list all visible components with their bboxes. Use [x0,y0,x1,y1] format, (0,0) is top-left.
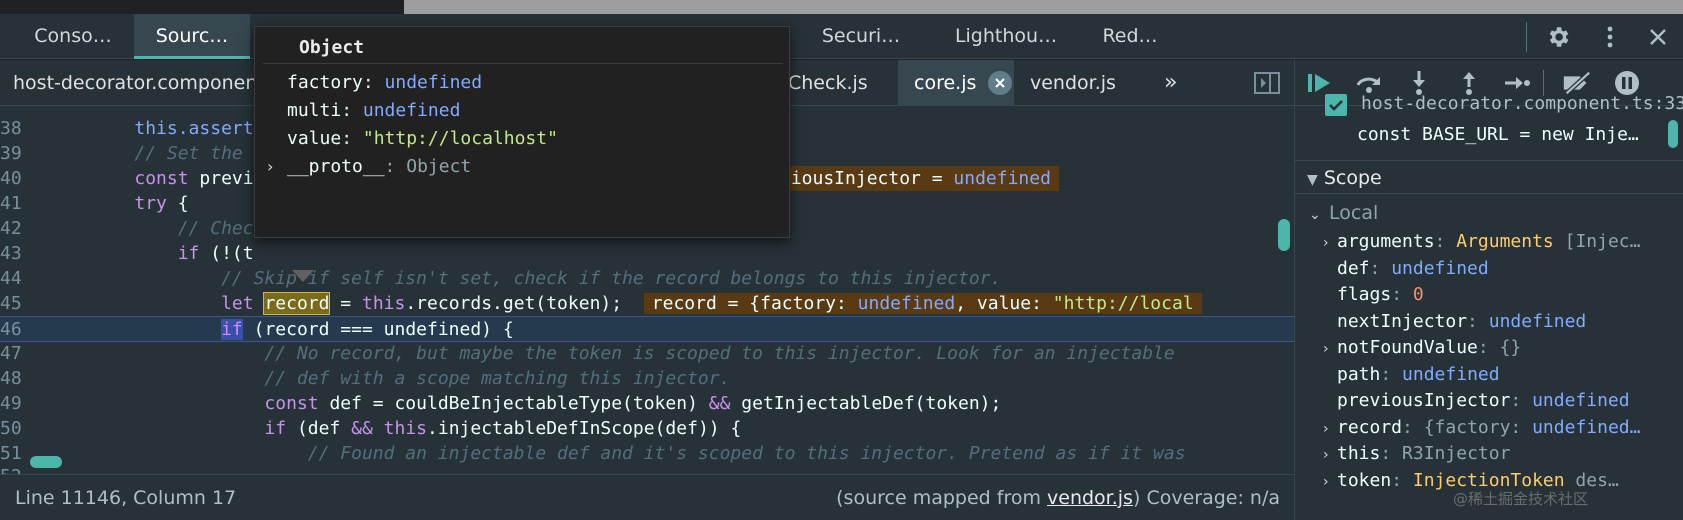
file-tab-host-decorator[interactable]: host-decorator.componen [13,60,257,105]
popover-property: factory: undefined [287,72,483,93]
expand-chevron-icon[interactable]: › [1323,469,1337,494]
scope-var-value: {factory: [1423,416,1533,438]
scope-var-value: undefined [1402,363,1500,385]
window-top-strip [0,0,1683,14]
scope-var-record[interactable]: › record: {factory: undefined… [1323,414,1683,441]
current-execution-line: 46 if (record === undefined) { [0,316,1294,342]
more-tabs-icon[interactable]: » [1164,60,1177,105]
file-tab-vendor[interactable]: vendor.js [1030,60,1116,105]
scope-var-path[interactable]: path: undefined [1323,361,1683,388]
tab-console[interactable]: Conso… [14,14,132,59]
scope-var-extra: undefined… [1532,416,1641,438]
popover-pointer [292,270,314,282]
file-tab-check[interactable]: Check.js [788,60,868,105]
scope-var-name: this [1337,443,1381,464]
page-content-strip [404,0,1683,14]
scope-var-name: arguments [1337,231,1435,252]
scope-var-nextInjector[interactable]: nextInjector: undefined [1323,308,1683,335]
more-options-icon[interactable] [1594,22,1626,52]
scope-var-value: Arguments [1456,231,1554,252]
breakpoint-item[interactable]: host-decorator.component.ts:33 [1295,93,1683,124]
scope-var-value: undefined [1391,257,1489,279]
vertical-scrollbar-thumb[interactable] [1278,219,1290,251]
expand-chevron-icon[interactable]: › [267,153,273,181]
close-devtools-icon[interactable] [1642,22,1674,52]
scope-var-flags[interactable]: flags: 0 [1323,281,1683,308]
code-line: 52 [0,464,1294,474]
scope-var-value: {} [1499,337,1522,358]
scope-var-def[interactable]: def: undefined [1323,255,1683,282]
horizontal-scrollbar-thumb[interactable] [30,456,62,468]
scope-var-name: def [1337,257,1370,279]
code-line: 47 // No record, but maybe the token is … [0,343,1175,364]
file-tab-core[interactable]: core.js [898,60,1014,105]
scope-var-value: undefined [1488,310,1587,332]
expand-chevron-icon[interactable]: › [1323,416,1337,441]
scope-local-group[interactable]: ⌄ Local [1309,200,1669,227]
expand-chevron-icon[interactable]: › [1323,336,1337,361]
code-line: 44 // Skip if self isn't set, check if t… [0,268,1002,289]
scope-var-name: nextInjector [1337,310,1468,332]
scope-section-header[interactable]: ▼ Scope [1295,160,1683,194]
tab-security[interactable]: Securi… [806,14,916,59]
scope-title: Scope [1323,167,1382,189]
scope-var-name: record [1337,416,1403,438]
breakpoint-code-snippet: const BASE_URL = new Inje… [1357,124,1639,145]
cursor-position: Line 11146, Column 17 [15,487,237,509]
popover-divider [263,63,783,64]
chevron-down-icon: ⌄ [1309,207,1321,223]
file-tab-core-label: core.js [914,72,977,94]
breakpoint-checkbox-icon[interactable] [1325,94,1347,116]
source-map-link[interactable]: vendor.js [1047,487,1133,509]
expand-chevron-icon[interactable]: › [1323,442,1337,467]
scope-var-name: path [1337,363,1381,385]
scope-var-name: previousInjector [1337,390,1511,411]
watermark: @稀土掘金技术社区 [1453,490,1589,508]
inline-value-previousInjector: viousInjector = undefined [772,166,1059,191]
object-preview-popover: Object factory: undefined multi: undefin… [254,26,790,238]
scope-var-value: R3Injector [1402,443,1511,464]
popover-title: Object [299,37,365,58]
collapse-triangle-icon: ▼ [1307,172,1318,188]
popover-proto-row[interactable]: › __proto__: Object [267,153,471,181]
settings-gear-icon[interactable] [1542,22,1574,52]
code-line: 51 // Found an injectable def and it's s… [0,443,1186,464]
hovered-variable-record[interactable]: record [263,292,331,315]
popover-property: multi: undefined [287,100,461,121]
scope-var-name: notFoundValue [1337,337,1478,358]
scope-var-arguments[interactable]: › arguments: Arguments [Injec… [1323,228,1683,255]
toggle-debugger-sidebar-icon[interactable] [1254,72,1280,98]
editor-status-bar: Line 11146, Column 17 (source mapped fro… [0,474,1294,520]
debugger-sidebar: host-decorator.component.ts:33 const BAS… [1294,60,1683,520]
scope-var-value: 0 [1412,284,1424,305]
code-line: 43 if (!(t [0,243,254,264]
popover-property: value: "http://localhost" [287,128,558,149]
sidebar-scrollbar-thumb[interactable] [1668,120,1678,148]
scope-var-value: undefined [1532,390,1630,411]
inline-value-record: record = {factory: undefined, value: "ht… [643,293,1202,314]
code-line: 50 if (def && this.injectableDefInScope(… [0,418,742,439]
expand-chevron-icon[interactable]: › [1323,230,1337,255]
code-line: 49 const def = couldBeInjectableType(tok… [0,393,1002,414]
scope-var-name: flags [1337,284,1392,305]
source-map-info: (source mapped from vendor.js) Coverage:… [836,487,1280,509]
scope-var-this[interactable]: › this: R3Injector [1323,440,1683,467]
coverage-status: Coverage: n/a [1146,487,1280,509]
scope-var-previousInjector[interactable]: previousInjector: undefined [1323,387,1683,414]
close-tab-icon[interactable] [988,71,1012,95]
scope-var-extra: [Injec… [1553,231,1641,252]
scope-var-notFoundValue[interactable]: › notFoundValue: {} [1323,334,1683,361]
devtools-panel-tabbar: Conso… Sourc… Securi… Lighthou… Red… [0,14,1683,59]
tab-sources[interactable]: Sourc… [134,14,250,59]
tab-redux[interactable]: Red… [1090,14,1170,59]
toolbar-separator [1526,22,1527,52]
code-line: 48 // def with a scope matching this inj… [0,368,731,389]
code-line: 45 let record = this.records.get(token);… [0,291,1294,316]
scope-var-name: token [1337,469,1392,491]
tab-lighthouse[interactable]: Lighthou… [944,14,1068,59]
